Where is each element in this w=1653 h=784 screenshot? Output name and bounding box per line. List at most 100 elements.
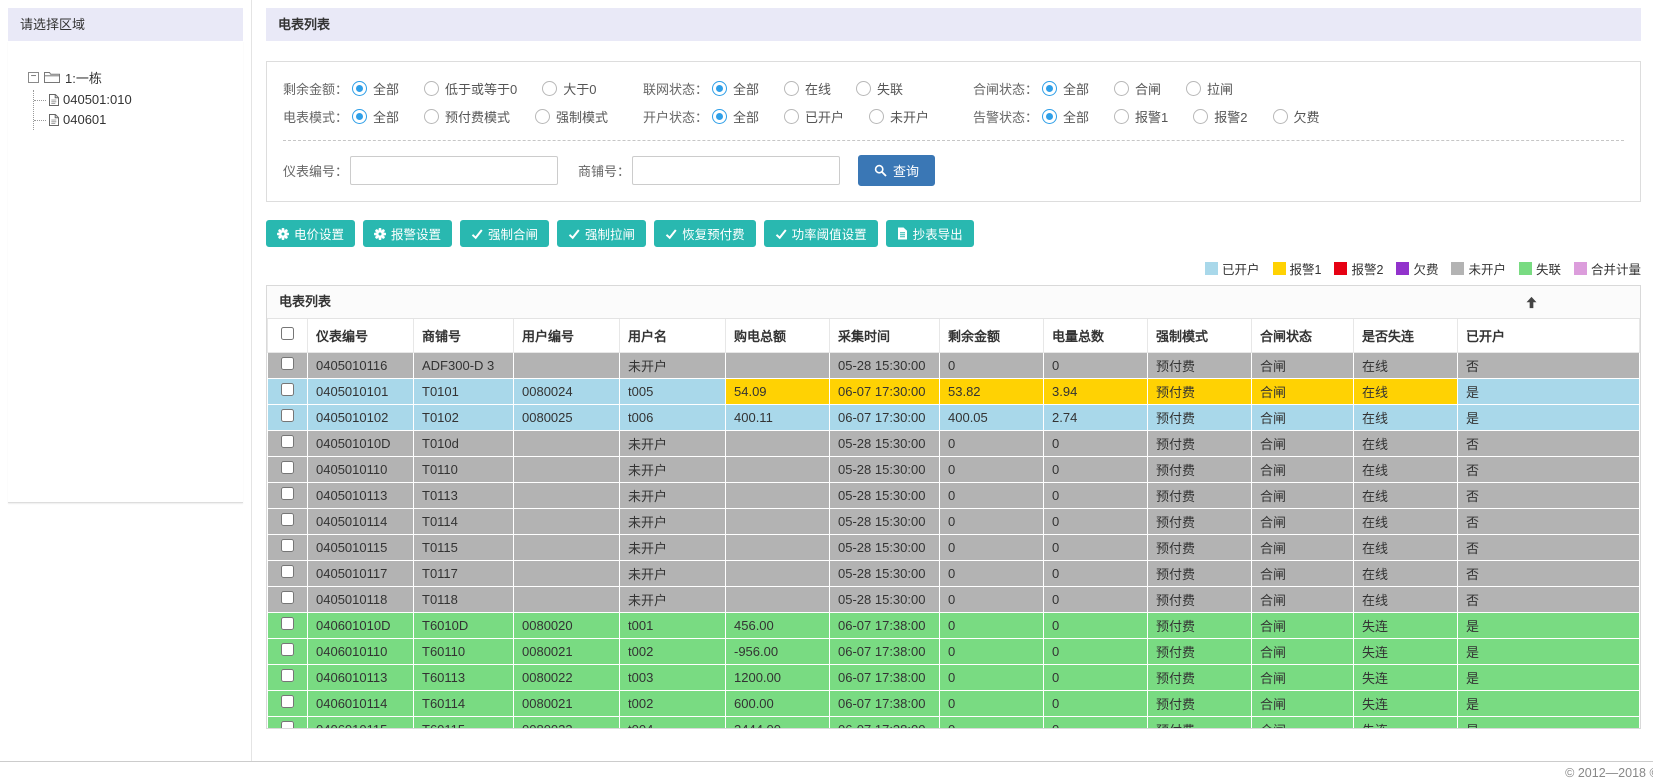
table-cell: 0 [1043,351,1148,379]
shop-no-input[interactable] [632,155,841,185]
radio-option[interactable]: 未开户 [869,107,929,126]
toolbar-button[interactable]: 恢复预付费 [654,220,756,247]
sidebar-title: 请选择区域 [8,8,243,41]
table-cell: 0080024 [513,377,620,405]
table-cell [725,351,830,379]
radio-option[interactable]: 拉闸 [1186,79,1233,98]
table-cell: t001 [619,611,726,639]
table-cell: 合闸 [1251,533,1354,561]
radio-option[interactable]: 大于0 [542,79,597,98]
row-checkbox[interactable] [281,513,294,526]
table-cell: 在线 [1353,377,1458,405]
table-cell: 0405010102 [307,403,414,431]
row-checkbox-cell [267,377,308,405]
table-cell: 06-07 17:38:00 [829,611,940,639]
table-row: 040601010D T6010D 0080020 t001 456.00 06-07 1… [267,611,1640,639]
table-cell: 06-07 17:38:00 [829,689,940,717]
radio-option[interactable]: 全部 [352,107,399,126]
table-cell: 0 [1043,585,1148,613]
legend-swatch [1334,262,1348,275]
row-checkbox-cell [267,533,308,561]
radio-option[interactable]: 合闸 [1114,79,1161,98]
table-cell: 0405010118 [307,585,414,613]
filter-row-2: 电表模式： 全部 预付费模式 强制模式 开户状态： 全部 已开户 未开户 告警状态： 全部 报警1 报… [283,102,1624,130]
toolbar-button[interactable]: 抄表导出 [885,220,974,247]
toolbar-button[interactable]: 报警设置 [363,220,453,247]
radio-icon [1272,108,1288,124]
row-checkbox[interactable] [281,721,294,728]
file-icon [49,94,59,106]
radio-option[interactable]: 在线 [784,79,831,98]
radio-option[interactable]: 已开户 [784,107,844,126]
table-cell: 未开户 [619,481,726,509]
radio-option[interactable]: 强制模式 [535,107,608,126]
row-checkbox[interactable] [281,617,294,630]
row-checkbox[interactable] [281,409,294,422]
radio-icon [1042,108,1058,124]
table-cell: 在线 [1353,559,1458,587]
row-checkbox[interactable] [281,383,294,396]
table-cell: 预付费 [1147,429,1252,457]
radio-option[interactable]: 报警1 [1114,107,1168,126]
table-cell: 0080025 [513,403,620,431]
table-cell [513,351,620,379]
radio-option[interactable]: 欠费 [1272,107,1320,126]
row-checkbox[interactable] [281,461,294,474]
radio-option[interactable]: 全部 [712,79,759,98]
tree-node[interactable]: 040601 [34,110,227,130]
radio-option[interactable]: 预付费模式 [424,107,510,126]
tree-collapse-toggle[interactable]: − [28,71,39,83]
table-cell [725,429,830,457]
radio-icon [535,108,551,124]
meter-no-input[interactable] [350,155,559,185]
copyright-text: © 2012—2018 ©A [1565,766,1653,780]
table-row: 040501010D T010d 未开户 05-28 15:30:00 0 0 预付费 合闸在… [267,429,1640,457]
radio-option[interactable]: 全部 [712,107,759,126]
row-checkbox[interactable] [281,487,294,500]
radio-option[interactable]: 报警2 [1193,107,1248,126]
collapse-up-icon[interactable] [1525,296,1538,309]
radio-option[interactable]: 全部 [1042,79,1089,98]
table-cell: 0405010116 [307,351,414,379]
row-checkbox[interactable] [281,669,294,682]
radio-option-label: 欠费 [1293,109,1320,125]
toolbar-button[interactable]: 电价设置 [266,220,356,247]
table-row: 0406010113 T60113 0080022 t003 1200.00 06-07 … [267,663,1640,691]
table-cell: 0 [1043,611,1148,639]
toolbar-button[interactable]: 强制合闸 [460,220,550,247]
table-cell: 未开户 [619,533,726,561]
row-checkbox[interactable] [281,357,294,370]
table-cell [725,533,830,561]
row-checkbox[interactable] [281,643,294,656]
row-checkbox-cell [267,715,308,728]
tree-children: 040501:010 040601 [33,90,227,130]
toolbar-button[interactable]: 功率阈值设置 [763,220,878,247]
table-cell: 0405010115 [307,533,414,561]
tree-node[interactable]: 040501:010 [34,90,227,110]
radio-option[interactable]: 全部 [1042,107,1089,126]
row-checkbox[interactable] [281,435,294,448]
search-button[interactable]: 查询 [858,154,936,186]
row-checkbox[interactable] [281,539,294,552]
table-cell: 合闸 [1251,377,1354,405]
radio-icon [1186,80,1202,96]
row-checkbox[interactable] [281,565,294,578]
table-cell: 05-28 15:30:00 [829,429,940,457]
radio-option[interactable]: 低于或等于0 [424,79,517,98]
table-row: 0405010102 T0102 0080025 t006 400.11 06-07 17… [267,403,1640,431]
toolbar-button[interactable]: 强制拉闸 [557,220,647,247]
radio-option[interactable]: 全部 [352,79,399,98]
radio-option[interactable]: 失联 [856,79,903,98]
filter-group: 电表模式： 全部 预付费模式 强制模式 [283,107,643,126]
column-header: 仪表编号 [307,319,414,353]
tree-root-node[interactable]: − 1:一栋 [28,67,227,87]
table-cell: 600.00 [725,689,830,717]
table-cell: ADF300-D 3 [413,351,514,379]
select-all-checkbox[interactable] [281,327,294,341]
radio-icon [856,80,872,96]
row-checkbox[interactable] [281,591,294,604]
table-cell [725,481,830,509]
row-checkbox-cell [267,507,308,535]
table-row: 0406010115 T60115 0080023 t004 2444.00 06-07 … [267,715,1640,728]
row-checkbox[interactable] [281,695,294,708]
